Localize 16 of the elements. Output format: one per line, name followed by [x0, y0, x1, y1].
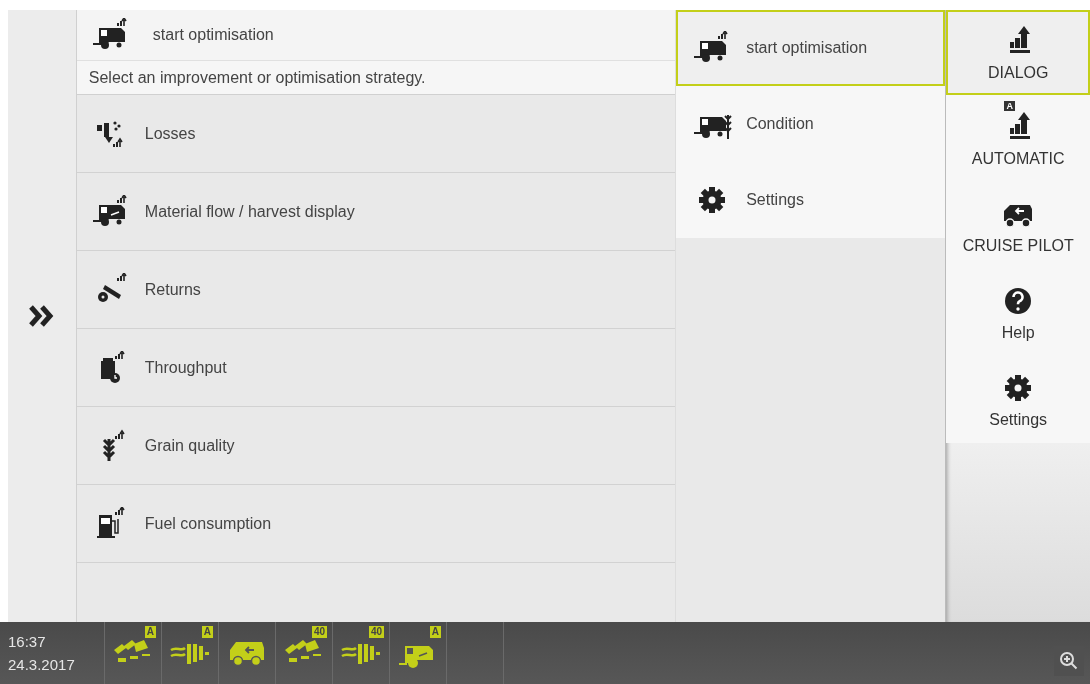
- menu-item[interactable]: Condition: [676, 86, 946, 162]
- date-text: 24.3.2017: [8, 656, 76, 673]
- menu-item[interactable]: Settings: [676, 162, 946, 238]
- menu-item[interactable]: start optimisation: [676, 10, 946, 86]
- panel-title: start optimisation: [152, 26, 274, 44]
- status-badge: 40: [311, 626, 327, 638]
- zoom-in-icon: [1059, 651, 1079, 671]
- nav-button[interactable]: Settings: [946, 356, 1090, 443]
- status-badge: A: [429, 626, 441, 638]
- mode-badge: A: [1004, 101, 1015, 111]
- nav-button[interactable]: DIALOG: [946, 10, 1090, 95]
- clock-time: 16:37: [8, 633, 47, 650]
- status-badge: A: [144, 626, 156, 638]
- status-badge: 40: [368, 626, 384, 638]
- status-badge: A: [201, 626, 213, 638]
- instruction-text: Select an improvement or optimisation strategy.: [76, 61, 676, 95]
